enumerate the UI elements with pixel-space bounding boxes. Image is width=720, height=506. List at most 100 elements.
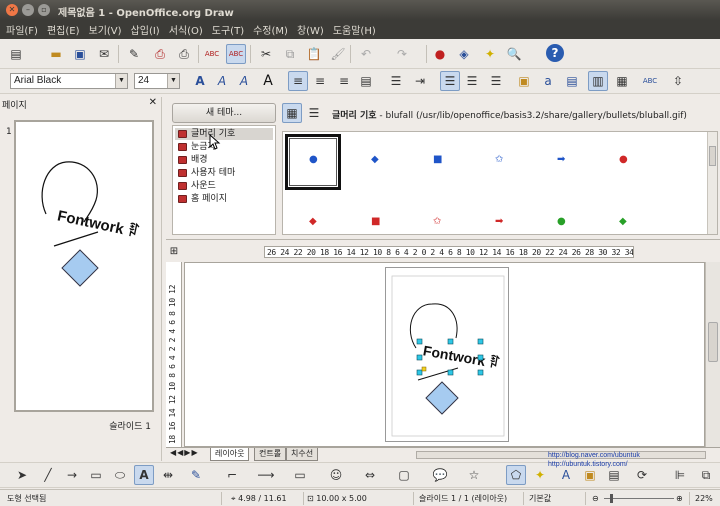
minimize-window-icon[interactable]: – <box>22 4 34 16</box>
menu-tools[interactable]: 도구(T) <box>212 22 244 37</box>
extrusion-icon[interactable]: ▤ <box>604 465 624 485</box>
theme-item[interactable]: 사운드 <box>175 180 273 192</box>
copy-icon[interactable]: ⧉ <box>280 44 300 64</box>
square-red-bullet-icon[interactable]: ■ <box>371 216 380 227</box>
vertical-text-tool-icon[interactable]: ⇹ <box>158 465 178 485</box>
theme-item[interactable]: 배경 <box>175 154 273 166</box>
zoom-out-icon[interactable]: ⊖ <box>592 492 599 505</box>
circle-blue-bullet-icon[interactable]: ● <box>309 154 318 165</box>
tab-controls[interactable]: 컨트롤 <box>254 448 287 461</box>
print-icon[interactable]: ⎙ <box>174 44 194 64</box>
fontwork-bold-icon[interactable]: A <box>190 71 210 91</box>
new-theme-button[interactable]: 새 테마... <box>172 103 276 123</box>
star-red-bullet-icon[interactable]: ✩ <box>433 216 441 227</box>
arrow-line-icon[interactable]: → <box>62 465 82 485</box>
gallery-scroll-thumb[interactable] <box>709 146 716 166</box>
align-center-icon[interactable]: ≡ <box>310 71 330 91</box>
callouts-icon[interactable]: 💬 <box>430 465 450 485</box>
cut-icon[interactable]: ✂ <box>256 44 276 64</box>
curve-tool-icon[interactable]: ✎ <box>186 465 206 485</box>
drawing-canvas[interactable]: Fontwork ꆌ <box>184 262 705 447</box>
star-blue-bullet-icon[interactable]: ✩ <box>495 154 503 165</box>
menu-help[interactable]: 도움말(H) <box>333 22 376 37</box>
flowchart-icon[interactable]: ▢ <box>394 465 414 485</box>
edit-file-icon[interactable]: ✎ <box>124 44 144 64</box>
fontwork-shadow-icon[interactable]: A <box>234 71 254 91</box>
line-spacing-2-icon[interactable]: ☰ <box>486 71 506 91</box>
font-color-icon[interactable]: A <box>258 71 278 91</box>
align-justify-icon[interactable]: ▤ <box>356 71 376 91</box>
text-tool-icon[interactable]: A <box>134 465 154 485</box>
symbol-shapes-icon[interactable]: ☺ <box>326 465 346 485</box>
vertical-text-icon[interactable]: ⇳ <box>668 71 688 91</box>
fontwork-text[interactable]: Fontwork ꆌ <box>422 342 501 371</box>
maximize-window-icon[interactable]: ▫ <box>38 4 50 16</box>
format-paintbrush-icon[interactable]: 🖌 <box>328 44 348 64</box>
gallery-toggle-icon[interactable]: ▥ <box>588 71 608 91</box>
diamond-red-bullet-icon[interactable]: ◆ <box>309 216 317 227</box>
bullets-icon[interactable]: ☰ <box>386 71 406 91</box>
basic-shapes-icon[interactable]: ▭ <box>290 465 310 485</box>
indent-icon[interactable]: ⇥ <box>410 71 430 91</box>
gluepoint-icon[interactable]: ✦ <box>480 44 500 64</box>
tab-layout[interactable]: 레이아웃 <box>210 448 250 461</box>
menu-edit[interactable]: 편집(E) <box>47 22 80 37</box>
lines-arrows-icon[interactable]: ⟶ <box>256 465 276 485</box>
theme-item[interactable]: 홈 페이지 <box>175 193 273 205</box>
menu-window[interactable]: 창(W) <box>297 22 324 37</box>
menu-modify[interactable]: 수정(M) <box>253 22 288 37</box>
fontwork-gallery-icon[interactable]: ▤ <box>562 71 582 91</box>
tab-nav-arrows-icon[interactable]: ◀◀▶▶ <box>170 448 199 457</box>
slide-thumbnail[interactable]: Fontwork ꆌ <box>14 120 154 412</box>
arrange-icon[interactable]: ⧉ <box>696 465 716 485</box>
diamond-blue-bullet-icon[interactable]: ◆ <box>371 154 379 165</box>
points-icon[interactable]: ⬠ <box>506 465 526 485</box>
vertical-scroll-thumb[interactable] <box>708 322 718 362</box>
circle-red-bullet-icon[interactable]: ● <box>619 154 628 165</box>
zoom-thumb[interactable] <box>610 494 613 503</box>
new-document-icon[interactable]: ▤ <box>6 44 26 64</box>
fontwork-italic-icon[interactable]: A <box>212 71 232 91</box>
menu-insert[interactable]: 삽입(I) <box>131 22 160 37</box>
zoom-icon[interactable]: 🔍 <box>504 44 524 64</box>
zoom-slider[interactable]: ⊖ ⊕ <box>588 492 690 505</box>
open-folder-icon[interactable]: ▬ <box>46 44 66 64</box>
help-icon[interactable]: ? <box>546 44 564 62</box>
paste-icon[interactable]: 📋 <box>304 44 324 64</box>
connector-tool-icon[interactable]: ⌐ <box>222 465 242 485</box>
paragraph-icon[interactable]: a <box>538 71 558 91</box>
close-window-icon[interactable]: ✕ <box>6 4 18 16</box>
autospellcheck-icon[interactable]: ABC <box>226 44 246 64</box>
save-icon[interactable]: ▣ <box>70 44 90 64</box>
theme-item[interactable]: 눈금자 <box>175 141 273 153</box>
arrow-red-bullet-icon[interactable]: ➡ <box>495 216 503 227</box>
chart-icon[interactable]: ● <box>430 44 450 64</box>
vertical-ruler[interactable]: 18 16 14 12 10 8 6 4 2 2 4 6 8 10 12 <box>166 262 182 447</box>
close-panel-icon[interactable]: ✕ <box>149 97 157 108</box>
text-direction-icon[interactable]: ▦ <box>612 71 632 91</box>
select-arrow-icon[interactable]: ➤ <box>12 465 32 485</box>
icon-view-icon[interactable]: ▦ <box>282 103 302 123</box>
gluepoints-tool-icon[interactable]: ✦ <box>530 465 550 485</box>
theme-item[interactable]: 사용자 테마 <box>175 167 273 179</box>
theme-item[interactable]: 글머리 기호 <box>175 128 273 140</box>
menu-view[interactable]: 보기(V) <box>89 22 122 37</box>
rotate-icon[interactable]: ⟳ <box>632 465 652 485</box>
spellcheck-icon[interactable]: ABC <box>202 44 222 64</box>
circle-green-bullet-icon[interactable]: ● <box>557 216 566 227</box>
drawing-page[interactable]: Fontwork ꆌ <box>385 267 509 442</box>
diamond-green-bullet-icon[interactable]: ◆ <box>619 216 627 227</box>
line-spacing-15-icon[interactable]: ☰ <box>462 71 482 91</box>
menu-format[interactable]: 서식(O) <box>169 22 203 37</box>
horizontal-ruler[interactable]: 26 24 22 20 18 16 14 12 10 8 6 4 2 0 2 4… <box>184 244 720 260</box>
rectangle-tool-icon[interactable]: ▭ <box>86 465 106 485</box>
line-tool-icon[interactable]: ╱ <box>38 465 58 485</box>
ellipse-tool-icon[interactable]: ⬭ <box>110 465 130 485</box>
email-icon[interactable]: ✉ <box>94 44 114 64</box>
status-zoom[interactable]: 22% <box>692 492 718 505</box>
insert-image-icon[interactable]: ▣ <box>580 465 600 485</box>
fontwork-tool-icon[interactable]: A <box>556 465 576 485</box>
line-spacing-1-icon[interactable]: ☰ <box>440 71 460 91</box>
menu-file[interactable]: 파일(F) <box>6 22 38 37</box>
undo-icon[interactable]: ↶ <box>356 44 376 64</box>
